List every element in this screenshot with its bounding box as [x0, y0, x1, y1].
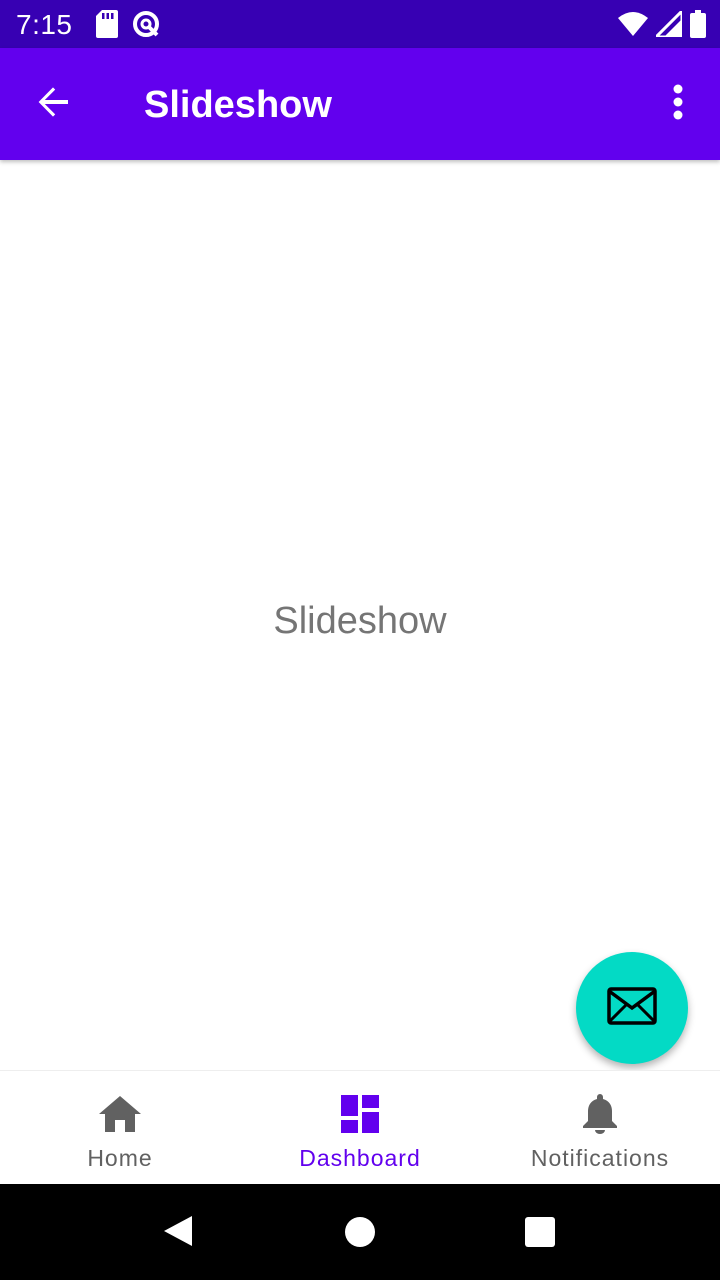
nav-item-notifications[interactable]: Notifications	[480, 1071, 720, 1184]
nav-label-notifications: Notifications	[530, 1145, 670, 1171]
nav-item-dashboard[interactable]: Dashboard	[240, 1071, 480, 1184]
sd-card-icon	[96, 10, 118, 43]
cell-signal-icon	[652, 7, 684, 42]
arrow-back-icon	[36, 84, 72, 125]
wifi-icon	[618, 12, 648, 41]
dashboard-icon	[341, 1093, 379, 1135]
bell-icon	[583, 1093, 617, 1135]
system-navigation-bar	[0, 1184, 720, 1280]
nav-label-home: Home	[87, 1145, 153, 1171]
nav-item-home[interactable]: Home	[0, 1071, 240, 1184]
email-fab[interactable]	[576, 952, 688, 1064]
home-icon	[99, 1093, 141, 1135]
back-button[interactable]	[28, 78, 80, 130]
status-time: 7:15	[16, 9, 73, 40]
data-saver-icon	[132, 10, 160, 43]
system-home-button[interactable]	[344, 1216, 376, 1253]
app-bar: Slideshow	[0, 48, 720, 160]
content-text: Slideshow	[273, 599, 447, 642]
system-recents-button[interactable]	[524, 1216, 556, 1253]
app-title: Slideshow	[144, 84, 332, 126]
battery-icon	[690, 10, 706, 43]
content-area: Slideshow	[0, 160, 720, 1070]
system-back-button[interactable]	[160, 1214, 194, 1253]
email-icon	[607, 986, 657, 1030]
nav-label-dashboard: Dashboard	[299, 1145, 421, 1171]
status-bar: 7:15	[0, 0, 720, 48]
bottom-navigation: Home Dashboard Notifications	[0, 1070, 720, 1184]
screen: 7:15 Slideshow Slideshow Home Dashboard …	[0, 0, 720, 1280]
overflow-menu-button[interactable]	[658, 78, 698, 130]
more-vert-icon	[673, 84, 683, 125]
